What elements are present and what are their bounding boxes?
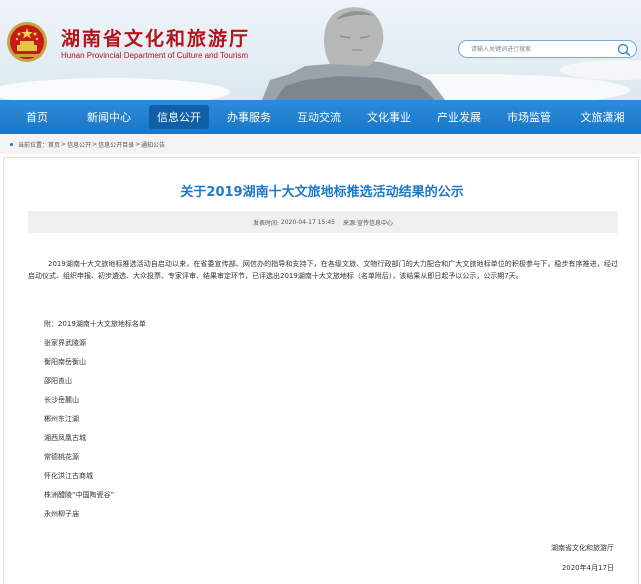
list-item: 株洲醴陵“中国陶瓷谷” bbox=[44, 491, 115, 499]
site-title[interactable]: 湖南省文化和旅游厅 bbox=[61, 24, 250, 51]
nav-item-label: 产业发展 bbox=[437, 111, 481, 124]
list-item: 邵阳崀山 bbox=[44, 377, 72, 385]
list-item: 湘西凤凰古城 bbox=[44, 434, 86, 442]
list-item: 怀化洪江古商城 bbox=[44, 472, 93, 480]
breadcrumb-notices[interactable]: 通知公告 bbox=[141, 140, 165, 149]
breadcrumb-info-disclosure[interactable]: 信息公开 bbox=[67, 140, 91, 149]
article-meta: 发表时间: 2020-04-17 15:45 来源: 宣传信息中心 bbox=[28, 211, 618, 233]
site-subtitle: Hunan Provincial Department of Culture a… bbox=[61, 51, 249, 60]
search-box bbox=[458, 40, 637, 58]
main-nav: 首页 新闻中心 信息公开 办事服务 互动交流 文化事业 产业发展 市场监管 文旅… bbox=[0, 100, 641, 134]
article-body: 2019湖南十大文旅地标推选活动自启动以来，在省委宣传部、网信办的指导和支持下，… bbox=[28, 260, 618, 280]
list-item: 郴州东江湖 bbox=[44, 415, 79, 423]
list-item: 张家界武陵源 bbox=[44, 339, 86, 347]
nav-item-interaction[interactable]: 互动交流 bbox=[284, 100, 354, 134]
meta-source-label: 来源: bbox=[342, 219, 358, 227]
breadcrumb-separator: > bbox=[61, 140, 67, 148]
list-item: 长沙岳麓山 bbox=[44, 396, 79, 404]
meta-time-label: 发表时间: bbox=[252, 219, 279, 227]
breadcrumb-home[interactable]: 首页 bbox=[48, 140, 60, 149]
landmark-list: 附：2019湖南十大文旅地标名单 张家界武陵源 衡阳南岳衡山 邵阳崀山 长沙岳麓… bbox=[44, 315, 444, 524]
meta-source: 宣传信息中心 bbox=[357, 219, 394, 227]
signature-org: 湖南省文化和旅游厅 bbox=[551, 544, 614, 552]
nav-item-culture[interactable]: 文化事业 bbox=[354, 100, 424, 134]
nav-item-label: 文化事业 bbox=[367, 111, 411, 124]
nav-item-label: 信息公开 bbox=[149, 105, 209, 129]
nav-item-label: 文旅潇湘 bbox=[580, 111, 625, 124]
nav-item-label: 市场监管 bbox=[507, 111, 551, 124]
nav-item-home[interactable]: 首页 bbox=[0, 100, 74, 134]
list-item: 永州柳子庙 bbox=[44, 510, 79, 518]
site-header: 湖南省文化和旅游厅 Hunan Provincial Department of… bbox=[0, 0, 641, 100]
bullet-icon bbox=[10, 142, 13, 146]
nav-item-info-disclosure[interactable]: 信息公开 bbox=[144, 100, 214, 134]
breadcrumb-info-catalog[interactable]: 信息公开目录 bbox=[98, 140, 134, 149]
article-title: 关于2019湖南十大文旅地标推选活动结果的公示 bbox=[180, 185, 464, 200]
signature-date: 2020年4月17日 bbox=[561, 564, 614, 572]
breadcrumb-separator: > bbox=[92, 140, 98, 148]
nav-item-label: 首页 bbox=[26, 111, 48, 124]
nav-item-label: 新闻中心 bbox=[87, 111, 131, 124]
search-input[interactable] bbox=[459, 41, 609, 57]
list-title: 附：2019湖南十大文旅地标名单 bbox=[44, 320, 146, 328]
breadcrumb: 当前位置： 首页 > 信息公开 > 信息公开目录 > 通知公告 bbox=[0, 134, 641, 154]
article: 关于2019湖南十大文旅地标推选活动结果的公示 发表时间: 2020-04-17… bbox=[3, 157, 639, 584]
nav-item-market[interactable]: 市场监管 bbox=[494, 100, 564, 134]
nav-item-label: 互动交流 bbox=[297, 111, 341, 124]
breadcrumb-separator: > bbox=[135, 140, 141, 148]
list-item: 衡阳南岳衡山 bbox=[44, 358, 86, 366]
nav-item-news[interactable]: 新闻中心 bbox=[74, 100, 144, 134]
list-item: 常德桃花源 bbox=[44, 453, 79, 461]
nav-item-label: 办事服务 bbox=[227, 111, 271, 124]
search-icon[interactable] bbox=[617, 43, 631, 56]
nav-item-tourism[interactable]: 文旅潇湘 bbox=[564, 100, 641, 134]
national-emblem-icon bbox=[7, 22, 47, 62]
breadcrumb-prefix: 当前位置： bbox=[18, 141, 49, 149]
nav-item-industry[interactable]: 产业发展 bbox=[424, 100, 494, 134]
meta-time: 2020-04-17 15:45 bbox=[280, 218, 335, 226]
nav-item-services[interactable]: 办事服务 bbox=[214, 100, 284, 134]
